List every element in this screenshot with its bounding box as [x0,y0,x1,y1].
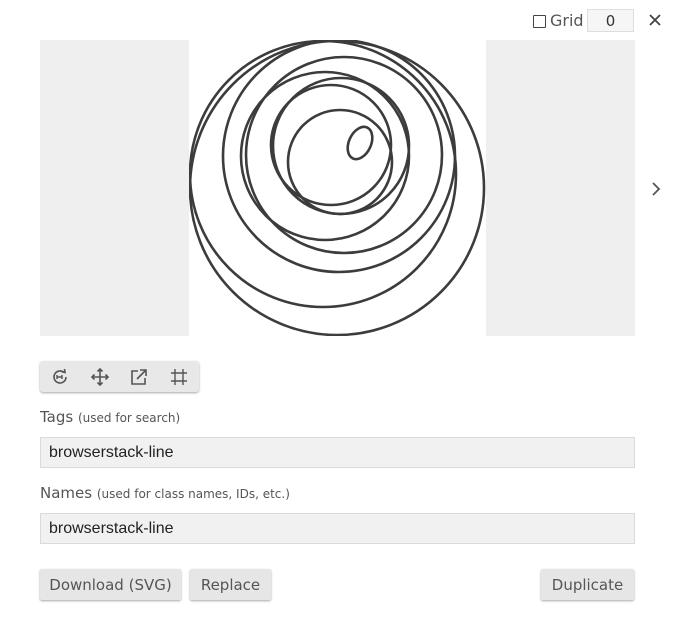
chevron-right-icon [652,182,661,196]
names-label-text: Names [40,484,93,502]
crop-icon [171,368,188,385]
ring-3 [221,40,457,274]
grid-checkbox[interactable] [533,14,546,28]
next-button[interactable] [647,178,665,200]
ring-5 [239,70,411,242]
grid-toggle[interactable]: Grid [533,10,584,32]
preview-pane-right [486,40,635,336]
preview-pane-left [40,40,189,336]
download-svg-button[interactable]: Download (SVG) [40,569,181,600]
grid-label: Grid [550,11,584,30]
tags-label: Tags (used for search) [40,408,180,426]
resize-icon [131,368,148,385]
edit-toolbar [40,361,199,392]
ring-7 [269,83,393,207]
resize-button[interactable] [120,361,160,392]
rotate-icon [53,368,67,384]
names-hint: (used for class names, IDs, etc.) [96,487,290,501]
close-button[interactable] [645,9,665,31]
replace-button[interactable]: Replace [190,569,271,600]
ring-8 [286,108,394,216]
icon-preview [189,40,486,336]
inner-dot [346,125,374,161]
grid-size-input[interactable] [587,9,634,32]
move-button[interactable] [80,361,120,392]
names-label: Names (used for class names, IDs, etc.) [40,484,290,502]
close-icon [649,14,661,26]
crop-button[interactable] [159,361,199,392]
rotate-button[interactable] [40,361,80,392]
tags-input[interactable] [40,437,635,468]
tags-label-text: Tags [40,408,74,426]
move-icon [90,367,109,386]
names-input[interactable] [40,513,635,544]
duplicate-button[interactable]: Duplicate [541,569,634,600]
tags-hint: (used for search) [78,411,181,425]
